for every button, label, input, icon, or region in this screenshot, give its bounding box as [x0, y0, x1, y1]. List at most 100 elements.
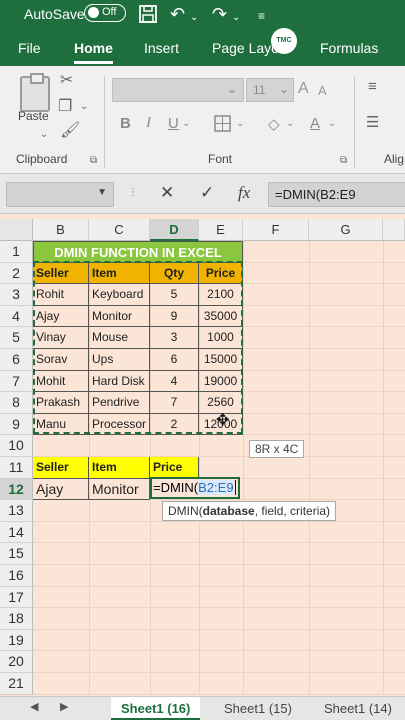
column-header-b[interactable]: B	[33, 219, 89, 241]
font-size-dropdown[interactable]: 11 ⌄	[246, 78, 294, 102]
row-header-8[interactable]: 8	[0, 392, 33, 414]
copy-dropdown-icon[interactable]: ⌄	[80, 98, 88, 116]
row-header-18[interactable]: 18	[0, 608, 33, 630]
align-top-icon[interactable]: ≡	[368, 78, 377, 96]
tab-formulas[interactable]: Formulas	[320, 40, 378, 56]
row-header-9[interactable]: 9	[0, 413, 33, 436]
font-name-dropdown[interactable]: ⌄	[112, 78, 244, 102]
row-header-5[interactable]: 5	[0, 327, 33, 349]
tab-insert[interactable]: Insert	[144, 40, 179, 56]
criteria-value-cell[interactable]: Ajay	[33, 478, 89, 501]
function-arg-rest: , field, criteria)	[254, 504, 331, 518]
bold-icon[interactable]: B	[120, 115, 131, 132]
row-header-19[interactable]: 19	[0, 629, 33, 652]
row-header-16[interactable]: 16	[0, 565, 33, 587]
row-header-10[interactable]: 10	[0, 435, 33, 457]
gridline	[383, 241, 384, 695]
row-header-6[interactable]: 6	[0, 349, 33, 371]
row-header-15[interactable]: 15	[0, 543, 33, 565]
column-header-c[interactable]: C	[89, 219, 150, 241]
active-cell-d12[interactable]: =DMIN(B2:E9	[150, 477, 240, 499]
column-header-e[interactable]: E	[199, 219, 243, 241]
row-header-17[interactable]: 17	[0, 586, 33, 609]
underline-icon[interactable]: U	[168, 115, 179, 132]
fill-dropdown-icon[interactable]: ⌄	[286, 118, 294, 129]
criteria-header-cell[interactable]: Seller	[33, 457, 89, 479]
criteria-header-cell[interactable]: Price	[150, 457, 199, 479]
name-box[interactable]: ▼	[6, 182, 114, 207]
row-header-11[interactable]: 11	[0, 457, 33, 479]
function-name: DMIN(	[168, 504, 203, 518]
increase-font-icon[interactable]: A	[298, 80, 309, 98]
tab-page-layout[interactable]: Page Layo	[212, 40, 279, 56]
gridline	[33, 650, 405, 652]
decrease-font-icon[interactable]: A	[318, 82, 327, 100]
copy-icon[interactable]: ❐	[58, 98, 72, 116]
cut-icon[interactable]: ✂	[60, 72, 73, 90]
select-all-corner[interactable]	[0, 219, 33, 241]
selection-range-border	[33, 261, 243, 434]
column-header-g[interactable]: G	[309, 219, 383, 241]
enter-icon[interactable]: ✓	[200, 183, 214, 203]
gridline	[33, 585, 405, 587]
clipboard-launcher-icon[interactable]: ⧉	[90, 152, 97, 170]
font-name-chevron-icon: ⌄	[226, 82, 237, 96]
selection-size-tooltip: 8R x 4C	[249, 440, 305, 458]
borders-dropdown-icon[interactable]: ⌄	[236, 118, 244, 129]
autosave-label: AutoSave	[24, 6, 85, 22]
redo-dropdown-icon[interactable]: ⌄	[232, 8, 240, 28]
gridline	[33, 564, 405, 565]
function-argument-tooltip[interactable]: DMIN(database, field, criteria)	[162, 501, 337, 521]
insert-function-icon[interactable]: fx	[238, 183, 250, 203]
paste-dropdown-icon[interactable]: ⌄	[40, 126, 48, 144]
row-header-20[interactable]: 20	[0, 651, 33, 673]
sheet-tab[interactable]: Sheet1 (14)	[314, 697, 402, 720]
cancel-icon[interactable]: ✕	[160, 183, 174, 203]
font-launcher-icon[interactable]: ⧉	[340, 152, 347, 170]
ribbon-home: Paste ⌄ ✂ ❐ ⌄ 🖌 ⌄ 11 ⌄ A A B I U ⌄ ⌄ ◇ ⌄…	[0, 66, 405, 174]
fill-color-icon[interactable]: ◇	[268, 115, 280, 133]
formula-input[interactable]: =DMIN(B2:E9	[268, 182, 405, 207]
undo-icon[interactable]: ↶	[170, 4, 185, 24]
row-header-21[interactable]: 21	[0, 673, 33, 695]
font-color-dropdown-icon[interactable]: ⌄	[328, 118, 336, 129]
row-header-12[interactable]: 12	[0, 478, 33, 501]
sheet-tab-active[interactable]: Sheet1 (16)	[111, 697, 201, 720]
criteria-value-cell[interactable]: Monitor	[89, 478, 150, 501]
tab-file[interactable]: File	[18, 40, 41, 56]
italic-icon[interactable]: I	[146, 115, 151, 132]
paste-icon[interactable]	[20, 73, 50, 112]
redo-icon[interactable]: ↷	[212, 4, 227, 24]
borders-icon[interactable]	[214, 115, 231, 136]
column-header-d[interactable]: D	[150, 219, 199, 241]
row-header-2[interactable]: 2	[0, 262, 33, 285]
save-icon[interactable]	[138, 4, 158, 28]
row-header-14[interactable]: 14	[0, 521, 33, 544]
sheet-nav-right-icon[interactable]: ▶	[60, 700, 68, 713]
customize-toolbar-icon[interactable]: ≡	[258, 6, 265, 26]
formula-prefix: =DMIN(	[153, 480, 199, 495]
criteria-header-cell[interactable]: Item	[89, 457, 150, 479]
tab-home[interactable]: Home	[74, 40, 113, 64]
row-header-13[interactable]: 13	[0, 500, 33, 522]
sheet-nav-left-icon[interactable]: ◀	[30, 700, 38, 713]
undo-dropdown-icon[interactable]: ⌄	[190, 8, 198, 28]
format-painter-icon[interactable]: 🖌	[60, 122, 80, 140]
gridline	[243, 241, 244, 695]
row-header-1[interactable]: 1	[0, 241, 33, 263]
underline-dropdown-icon[interactable]: ⌄	[182, 118, 190, 129]
name-box-dropdown-icon: ▼	[97, 187, 107, 198]
sheet-tab[interactable]: Sheet1 (15)	[214, 697, 302, 720]
column-header-f[interactable]: F	[243, 219, 309, 241]
gridline	[33, 672, 405, 673]
sheet-title-cell[interactable]: DMIN FUNCTION IN EXCEL	[33, 241, 243, 263]
align-left-icon[interactable]: ☰	[366, 114, 379, 132]
row-header-4[interactable]: 4	[0, 305, 33, 328]
row-header-3[interactable]: 3	[0, 284, 33, 306]
font-size-value: 11	[253, 83, 266, 97]
font-color-icon[interactable]: A	[310, 115, 320, 132]
column-header-h[interactable]	[383, 219, 405, 241]
row-header-7[interactable]: 7	[0, 370, 33, 393]
function-arg-database[interactable]: database	[203, 504, 255, 518]
autosave-toggle[interactable]: Off	[84, 4, 126, 22]
